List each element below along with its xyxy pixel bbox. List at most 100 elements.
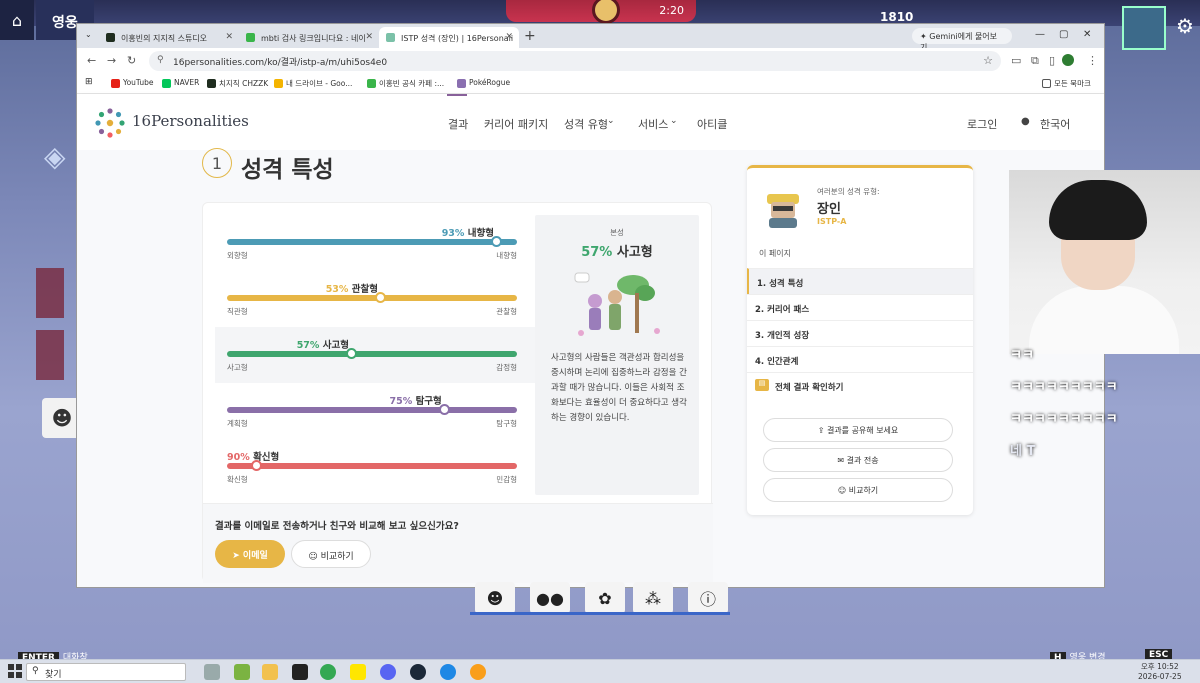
tab-title: ISTP 성격 (장인) | 16Personali (401, 34, 514, 43)
trait-marker (491, 236, 503, 247)
spray-icon[interactable]: ✿ (585, 582, 625, 614)
compare-results-button[interactable]: ☺ 비교하기 (763, 478, 953, 502)
cast-icon[interactable]: ▭ (1011, 54, 1021, 67)
gear-icon[interactable]: ⚙ (1176, 14, 1194, 38)
chevron-down-icon[interactable]: ⌄ (670, 116, 678, 126)
trait-row[interactable]: 75% 탐구형 계획형 탐구형 (227, 395, 517, 431)
voice-line-icon[interactable]: ●● (530, 582, 570, 614)
apps-icon[interactable]: ⊞ (85, 77, 93, 87)
nav-services[interactable]: 서비스 (638, 116, 668, 132)
back-icon[interactable]: ← (87, 54, 96, 67)
panel-percent: 57% (581, 245, 613, 260)
compare-button[interactable]: ☺ 비교하기 (291, 540, 371, 568)
overwatch-icon[interactable] (470, 664, 486, 680)
info-icon[interactable]: ⓘ (688, 582, 728, 614)
forward-icon[interactable]: → (107, 54, 116, 67)
email-button-label: 이메일 (242, 551, 268, 561)
trait-row[interactable]: 53% 관찰형 직관형 관찰형 (227, 283, 517, 319)
browser-window: ⌄ 이홍빈의 지지직 스튜디오 ✕ mbti 검사 링크입니다요 : 네이 ✕ … (77, 24, 1104, 587)
toc-item-relationships[interactable]: 4. 인간관계 (747, 346, 973, 372)
language-selector[interactable]: 한국어 (1040, 116, 1070, 132)
discord-icon[interactable] (380, 664, 396, 680)
file-explorer-icon[interactable] (262, 664, 278, 680)
trait-row[interactable]: 93% 내향형 외향형 내향형 (227, 227, 517, 263)
browser-tab-active[interactable]: ISTP 성격 (장인) | 16Personali ✕ (379, 27, 519, 48)
bookmark-item[interactable]: 이홍빈 공식 카페 :... (367, 78, 444, 89)
toc-item-career[interactable]: 2. 커리어 패스 (747, 294, 973, 320)
logo-icon[interactable] (94, 107, 126, 139)
trait-bar (227, 295, 517, 301)
trait-left-label: 확신형 (227, 475, 248, 484)
site-logo-text[interactable]: 16Personalities (132, 112, 249, 130)
nav-career-package[interactable]: 커리어 패키지 (484, 116, 548, 132)
steam-icon[interactable] (410, 664, 426, 680)
system-clock[interactable]: 오후 10:52 2026-07-25 (1138, 662, 1182, 682)
battlenet-icon[interactable] (440, 664, 456, 680)
site-info-icon[interactable]: ⚲ (157, 55, 164, 65)
gemini-button[interactable]: ✦ Gemini에게 물어보기 (912, 28, 1012, 52)
email-button[interactable]: ➤ 이메일 (215, 540, 285, 568)
bookmark-item[interactable]: NAVER (162, 78, 199, 88)
task-view-icon[interactable] (204, 664, 220, 680)
nav-results[interactable]: 결과 (448, 116, 468, 132)
toc-item-traits[interactable]: 1. 성격 특성 (747, 268, 973, 294)
close-icon[interactable]: ✕ (505, 32, 513, 42)
login-link[interactable]: 로그인 (967, 116, 997, 132)
bookmark-item[interactable]: PokéRogue (457, 78, 510, 88)
trait-marker (250, 460, 262, 471)
minimize-icon[interactable]: — (1035, 29, 1045, 40)
emote-icon[interactable]: ☻ (475, 582, 515, 614)
notion-icon[interactable] (292, 664, 308, 680)
share-results-button[interactable]: ⇪ 결과를 공유해 보세요 (763, 418, 953, 442)
trait-row[interactable]: 57% 사고형 사고형 감정형 (227, 339, 517, 375)
full-results-link[interactable]: ▤ 전체 결과 확인하기 (747, 372, 973, 398)
chrome-icon[interactable] (320, 664, 336, 680)
url-input[interactable]: ⚲ 16personalities.com/ko/결과/istp-a/m/uhi… (149, 51, 1001, 71)
trait-right-label: 감정형 (496, 363, 517, 372)
tab-favicon-icon (246, 33, 255, 42)
panel-trait-name: 사고형 (616, 245, 653, 260)
browser-tab[interactable]: 이홍빈의 지지직 스튜디오 ✕ (99, 27, 239, 48)
communication-icon[interactable]: ⁂ (633, 582, 673, 614)
home-icon[interactable]: ⌂ (0, 0, 34, 40)
kakaotalk-icon[interactable] (350, 664, 366, 680)
chat-message: 네 T (1010, 444, 1036, 459)
browser-tab[interactable]: mbti 검사 링크입니다요 : 네이 ✕ (239, 27, 379, 48)
sidepanel-icon[interactable]: ▯ (1049, 54, 1055, 67)
nav-personality-types[interactable]: 성격 유형 (564, 116, 608, 132)
bookmark-item[interactable]: 치지직 CHZZK (207, 78, 268, 89)
nav-articles[interactable]: 아티클 (697, 116, 727, 132)
trait-left-label: 계획형 (227, 419, 248, 428)
chevron-down-icon[interactable]: ⌄ (607, 116, 615, 126)
windows-start-icon[interactable] (8, 664, 22, 678)
reload-icon[interactable]: ↻ (127, 54, 136, 67)
close-icon[interactable]: ✕ (225, 32, 233, 42)
maximize-icon[interactable]: ▢ (1059, 29, 1068, 40)
side-ability-card (36, 330, 64, 380)
tab-strip: ⌄ 이홍빈의 지지직 스튜디오 ✕ mbti 검사 링크입니다요 : 네이 ✕ … (77, 24, 1104, 52)
send-results-label: 결과 전송 (846, 456, 879, 465)
notepad-icon[interactable] (234, 664, 250, 680)
profile-avatar[interactable] (1062, 54, 1074, 66)
panel-description: 사고형의 사람들은 객관성과 합리성을 중시하며 논리에 집중하느라 감정을 간… (551, 353, 687, 423)
taskbar-search[interactable]: ⚲ 찾기 (26, 663, 186, 681)
tab-list-icon[interactable]: ⌄ (85, 30, 92, 39)
close-icon[interactable]: ✕ (365, 32, 373, 42)
bookmark-item[interactable]: 내 드라이브 - Goo... (274, 78, 352, 89)
bookmark-item[interactable]: YouTube (111, 78, 154, 88)
trait-marker (346, 348, 358, 359)
menu-icon[interactable]: ⋮ (1087, 54, 1098, 67)
send-results-button[interactable]: ✉ 결과 전송 (763, 448, 953, 472)
trait-right-label: 민감형 (496, 475, 517, 484)
trait-row[interactable]: 90% 확신형 확신형 민감형 (227, 451, 517, 487)
new-tab-button[interactable]: + (524, 28, 536, 44)
all-bookmarks-folder[interactable]: 모든 북마크 (1042, 78, 1091, 89)
close-window-icon[interactable]: ✕ (1083, 29, 1091, 40)
trait-percent: 75% (389, 396, 413, 407)
nav-active-underline (447, 94, 467, 96)
bookmark-star-icon[interactable]: ☆ (983, 54, 993, 67)
type-code: ISTP-A (817, 217, 847, 226)
book-icon: ▤ (755, 379, 769, 391)
extensions-icon[interactable]: ⧉ (1031, 54, 1039, 68)
toc-item-growth[interactable]: 3. 개인적 성장 (747, 320, 973, 346)
